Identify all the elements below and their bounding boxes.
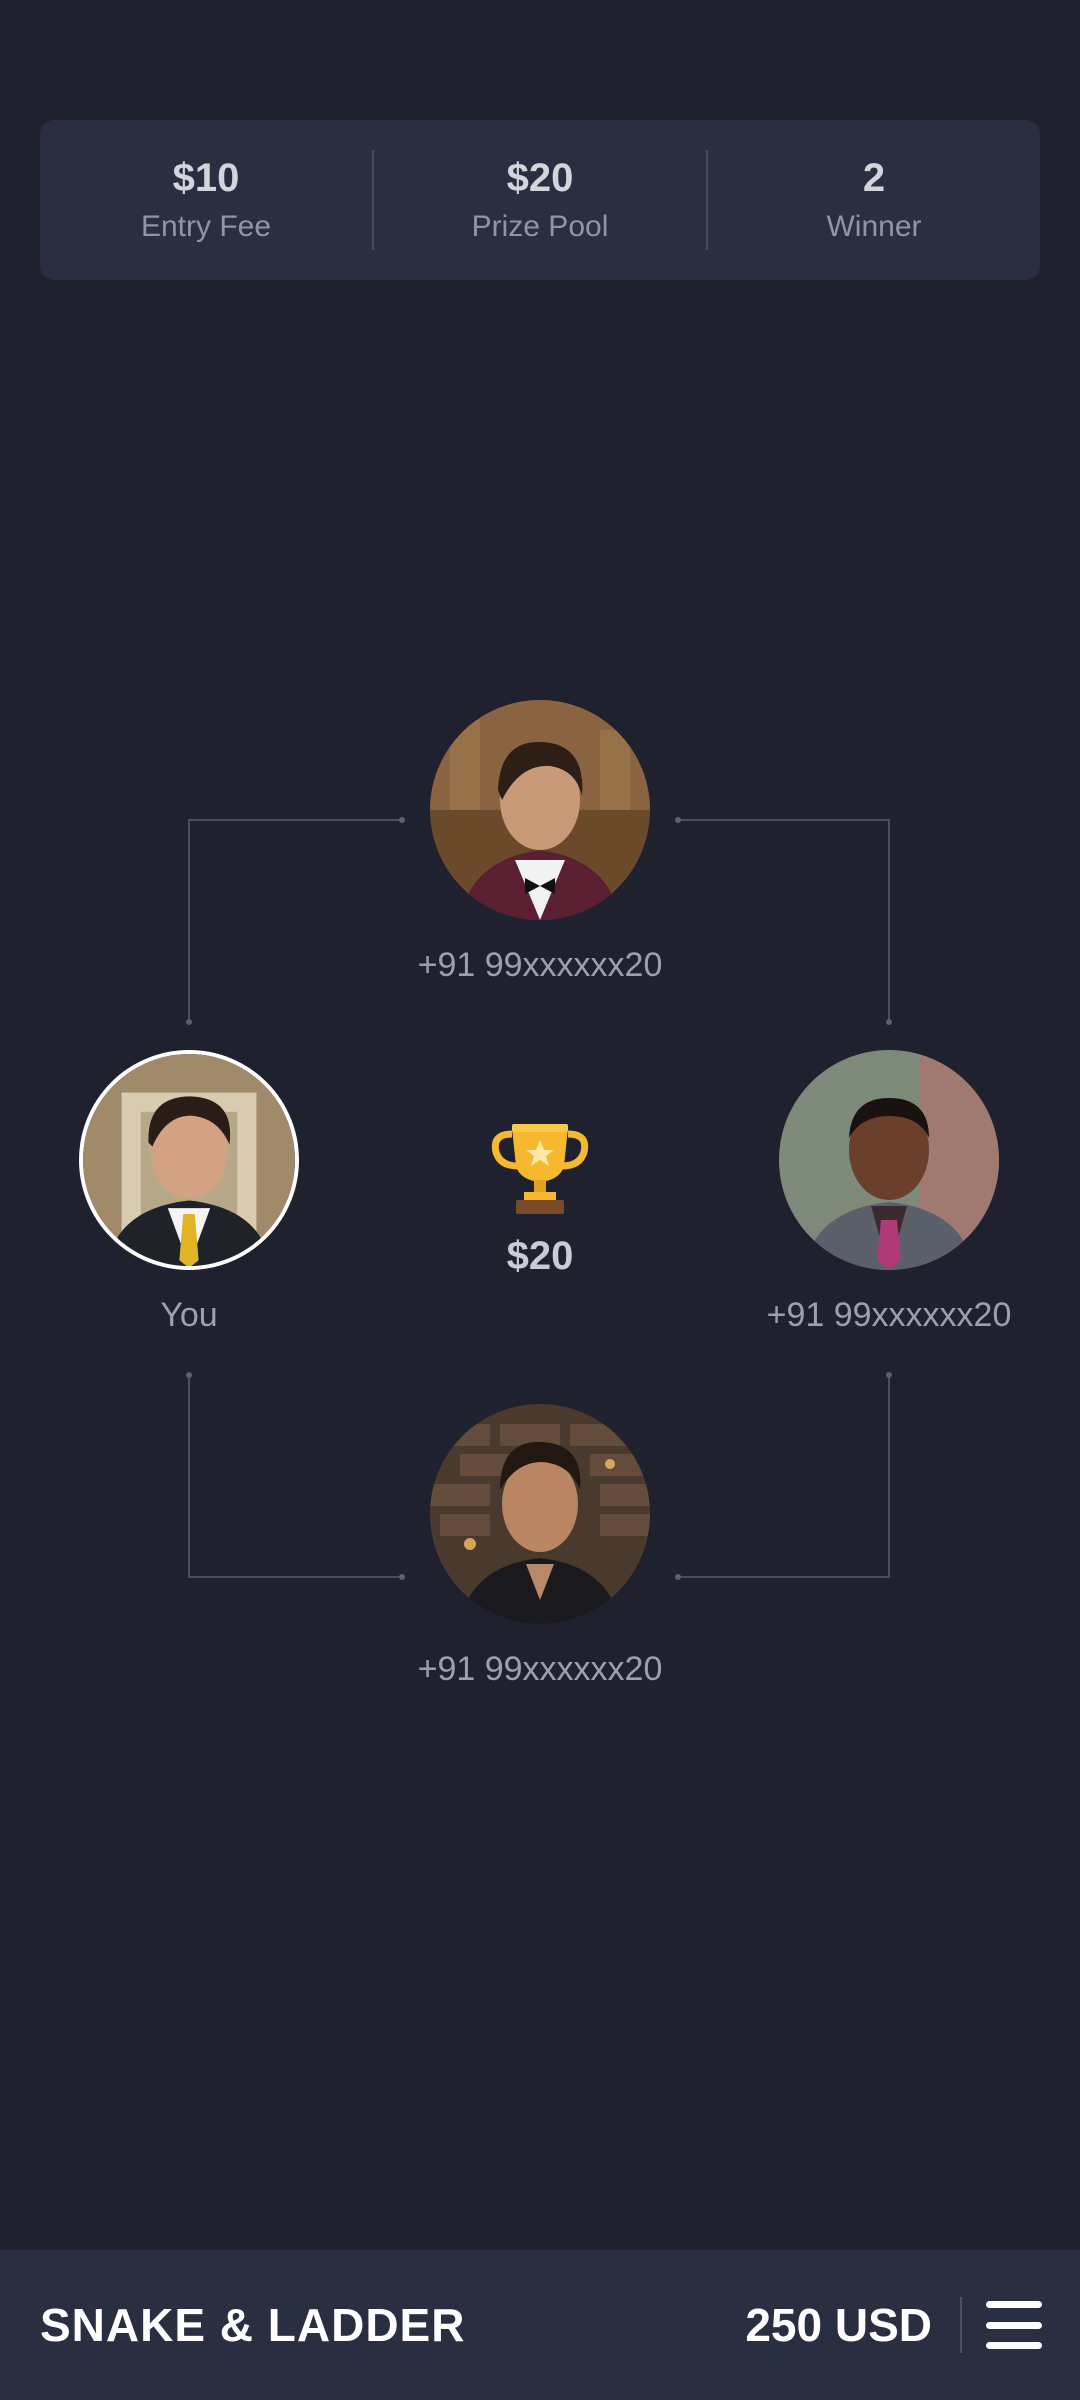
- game-title: SNAKE & LADDER: [40, 2299, 466, 2351]
- player-you[interactable]: You: [0, 1050, 389, 1332]
- winner-stat: 2 Winner: [708, 120, 1040, 280]
- avatar: [79, 1050, 299, 1270]
- bottom-bar: SNAKE & LADDER 250 USD: [0, 2250, 1080, 2400]
- winner-label: Winner: [826, 210, 922, 243]
- player-name: +91 99xxxxxx20: [417, 1650, 663, 1688]
- match-info-card: $10 Entry Fee $20 Prize Pool 2 Winner: [40, 120, 1040, 280]
- prize-pool-label: Prize Pool: [471, 210, 609, 243]
- prize-display: $20: [440, 1120, 640, 1276]
- entry-fee-value: $10: [172, 156, 240, 200]
- avatar: [779, 1050, 999, 1270]
- avatar: [430, 1404, 650, 1624]
- winner-value: 2: [862, 156, 886, 200]
- player-name: +91 99xxxxxx20: [417, 946, 663, 984]
- player-top[interactable]: +91 99xxxxxx20: [340, 700, 740, 982]
- trophy-icon: [491, 1124, 589, 1214]
- player-bottom[interactable]: +91 99xxxxxx20: [340, 1404, 740, 1686]
- wallet-balance[interactable]: 250 USD: [745, 2298, 932, 2352]
- entry-fee-label: Entry Fee: [140, 210, 272, 243]
- hamburger-menu-icon[interactable]: [986, 2301, 1042, 2349]
- prize-amount: $20: [506, 1234, 574, 1278]
- prize-pool-value: $20: [506, 156, 574, 200]
- player-name: +91 99xxxxxx20: [766, 1296, 1012, 1334]
- player-name: You: [160, 1296, 218, 1334]
- player-right[interactable]: +91 99xxxxxx20: [689, 1050, 1080, 1332]
- bar-divider: [960, 2297, 962, 2353]
- entry-fee-stat: $10 Entry Fee: [40, 120, 372, 280]
- avatar: [430, 700, 650, 920]
- prize-pool-stat: $20 Prize Pool: [374, 120, 706, 280]
